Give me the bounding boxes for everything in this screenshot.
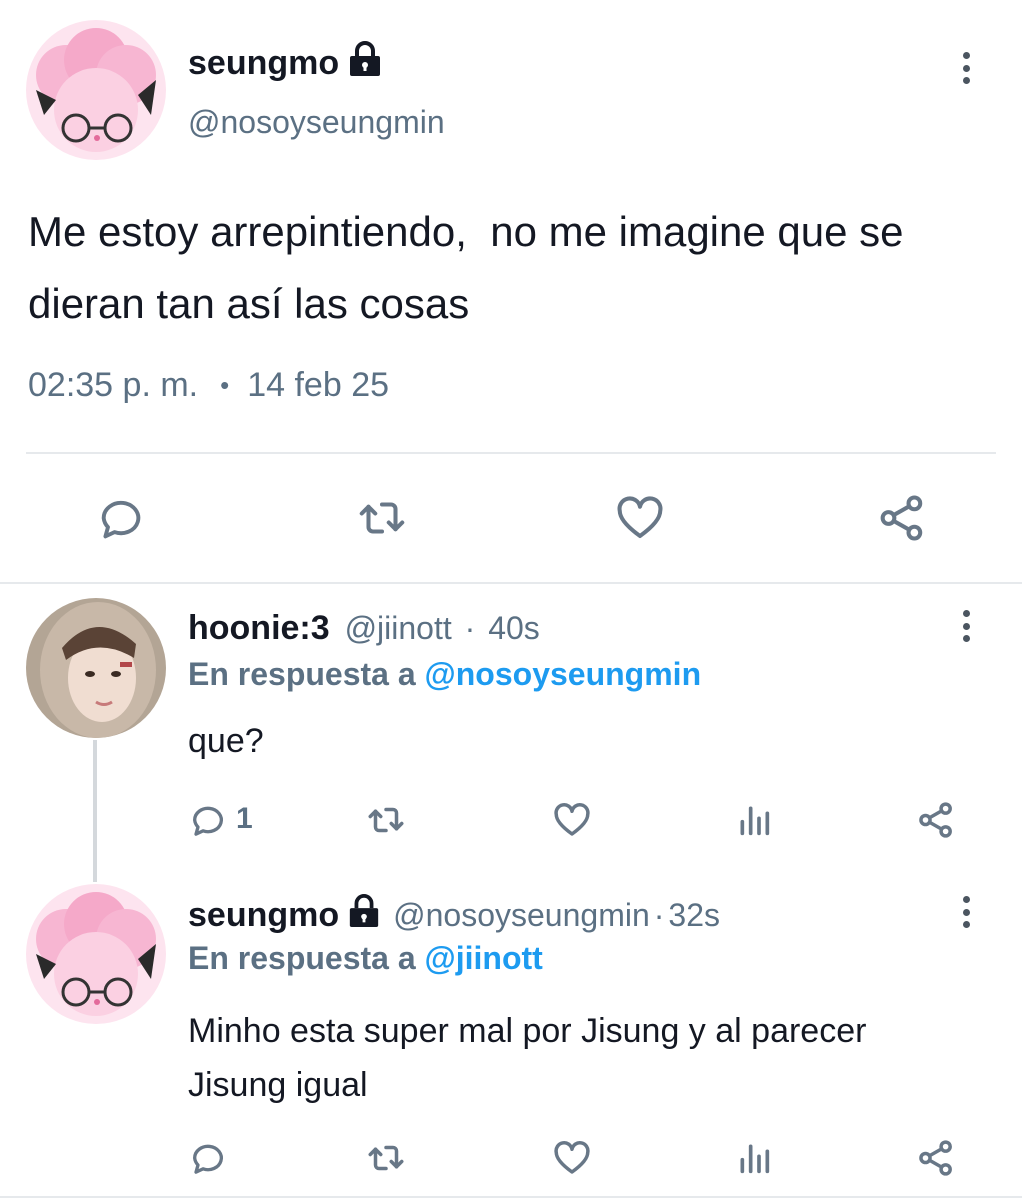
- lock-icon: [347, 893, 381, 937]
- reply-icon: [193, 1144, 223, 1174]
- share-button[interactable]: [874, 490, 930, 546]
- tweet-timestamp[interactable]: 02:35 p. m. • 14 feb 25: [28, 366, 389, 405]
- like-icon: [617, 496, 663, 539]
- more-options-icon[interactable]: [951, 48, 981, 88]
- meta-dot: ·: [464, 610, 476, 646]
- reply-author-handle[interactable]: @nosoyseungmin: [393, 897, 650, 934]
- reply-context: En respuesta a @jiinott: [188, 940, 543, 977]
- reply-text-line1: Minho esta super mal por Jisung y al par…: [188, 1012, 867, 1050]
- avatar-seungmo[interactable]: [26, 884, 166, 1024]
- reply-button[interactable]: [186, 798, 230, 842]
- analytics-button[interactable]: [732, 1136, 776, 1180]
- reply-context: En respuesta a @nosoyseungmin: [188, 656, 701, 693]
- timestamp-separator: •: [220, 370, 230, 400]
- meta-dot: ·: [653, 896, 665, 933]
- reply-author-handle[interactable]: @jiinott: [345, 610, 452, 646]
- section-divider: [0, 582, 1022, 584]
- share-button[interactable]: [914, 798, 958, 842]
- author-handle[interactable]: @nosoyseungmin: [188, 104, 445, 141]
- reply-count: 1: [236, 802, 253, 835]
- reply-author-name[interactable]: seungmo: [188, 896, 339, 935]
- reply-button[interactable]: [186, 1136, 230, 1180]
- reply-text: que?: [188, 722, 264, 760]
- share-icon: [880, 495, 923, 541]
- divider: [26, 452, 996, 454]
- analytics-icon: [740, 806, 770, 836]
- retweet-icon: [359, 502, 405, 534]
- thread-line: [93, 740, 97, 882]
- reply-text-line2: Jisung igual: [188, 1066, 368, 1104]
- reply-header: hoonie:3 @jiinott · 40s: [188, 609, 540, 648]
- tweet-text-line2: dieran tan así las cosas: [28, 280, 470, 327]
- author-name[interactable]: seungmo: [188, 44, 339, 83]
- tweet-date: 14 feb 25: [247, 366, 390, 404]
- analytics-button[interactable]: [732, 798, 776, 842]
- reply-button[interactable]: [93, 490, 149, 546]
- retweet-button[interactable]: [364, 1136, 408, 1180]
- avatar-seungmo[interactable]: [26, 20, 166, 160]
- retweet-icon: [368, 1145, 404, 1171]
- retweet-button[interactable]: [354, 490, 410, 546]
- like-button[interactable]: [612, 490, 668, 546]
- reply-prefix: En respuesta a: [188, 940, 416, 976]
- like-icon: [554, 803, 590, 836]
- bottom-divider: [0, 1196, 1022, 1198]
- reply-header: seungmo @nosoyseungmin · 32s: [188, 893, 720, 937]
- mention-link[interactable]: @nosoyseungmin: [425, 656, 702, 692]
- share-icon: [919, 1140, 952, 1176]
- like-icon: [554, 1141, 590, 1174]
- analytics-icon: [740, 1144, 770, 1174]
- reply-prefix: En respuesta a: [188, 656, 416, 692]
- share-button[interactable]: [914, 1136, 958, 1180]
- mention-link[interactable]: @jiinott: [425, 940, 543, 976]
- share-icon: [919, 802, 952, 838]
- more-options-icon[interactable]: [951, 606, 981, 646]
- reply-age: 32s: [668, 896, 720, 933]
- tweet-text: Me estoy arrepintiendo, no me imagine qu…: [28, 196, 904, 340]
- like-button[interactable]: [550, 1136, 594, 1180]
- reply-age: 40s: [488, 610, 540, 646]
- tweet-text-line1: Me estoy arrepintiendo, no me imagine qu…: [28, 208, 904, 255]
- retweet-icon: [368, 807, 404, 833]
- reply-text: Minho esta super mal por Jisung y al par…: [188, 1004, 866, 1112]
- retweet-button[interactable]: [364, 798, 408, 842]
- like-button[interactable]: [550, 798, 594, 842]
- more-options-icon[interactable]: [951, 892, 981, 932]
- tweet-time: 02:35 p. m.: [28, 366, 199, 404]
- lock-icon: [347, 40, 383, 78]
- reply-author-name[interactable]: hoonie:3: [188, 609, 330, 647]
- reply-icon: [193, 806, 223, 836]
- reply-icon: [101, 500, 141, 539]
- avatar-hoonie[interactable]: [26, 598, 166, 738]
